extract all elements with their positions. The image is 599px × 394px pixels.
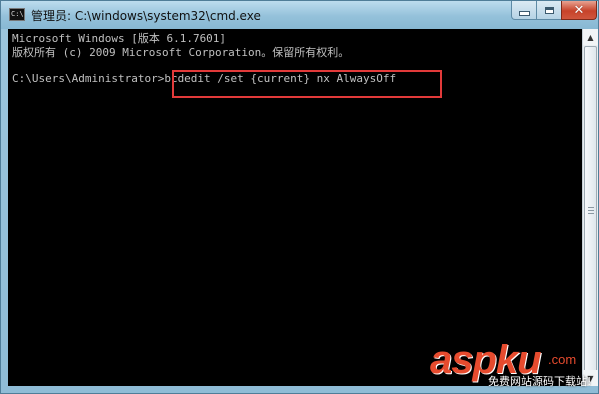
grip-line (588, 210, 594, 211)
grip-line (588, 213, 594, 214)
console-output[interactable]: Microsoft Windows [版本 6.1.7601] 版权所有 (c)… (8, 29, 582, 386)
watermark-tld: .com (548, 352, 577, 367)
close-icon: ✕ (573, 2, 585, 18)
maximize-icon (544, 6, 554, 14)
arrow-up-icon: ▲ (587, 32, 594, 42)
console-line-copyright: 版权所有 (c) 2009 Microsoft Corporation。保留所有… (12, 46, 350, 59)
close-button[interactable]: ✕ (561, 1, 597, 20)
minimize-icon (518, 10, 530, 16)
window-title: 管理员: C:\windows\system32\cmd.exe (31, 9, 261, 23)
title-bar[interactable]: C:\ 管理员: C:\windows\system32\cmd.exe ✕ (1, 1, 598, 29)
vertical-scrollbar[interactable]: ▲ ▼ (582, 29, 598, 386)
maximize-button[interactable] (536, 1, 562, 20)
cmd-app-icon[interactable]: C:\ (9, 8, 25, 21)
cmd-window: C:\ 管理员: C:\windows\system32\cmd.exe ✕ M… (0, 0, 599, 394)
scroll-up-button[interactable]: ▲ (583, 29, 598, 45)
grip-line (588, 207, 594, 208)
watermark-subtitle: 免费网站源码下载站! (488, 375, 592, 388)
scroll-thumb[interactable] (584, 46, 597, 376)
minimize-button[interactable] (511, 1, 537, 20)
command-highlight-box (172, 70, 442, 98)
